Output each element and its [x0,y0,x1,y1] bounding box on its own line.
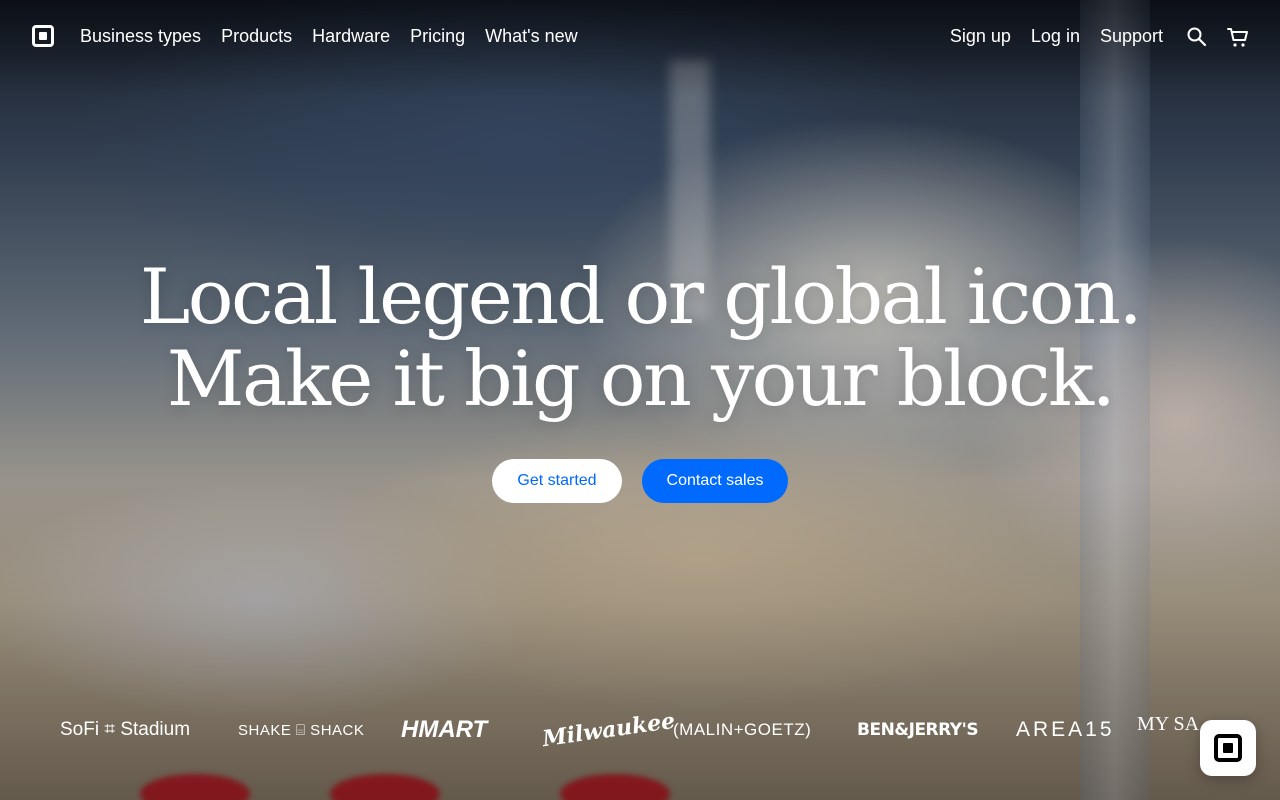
support-link[interactable]: Support [1100,26,1163,47]
square-chat-icon [1214,734,1242,762]
sign-up-link[interactable]: Sign up [950,26,1011,47]
log-in-link[interactable]: Log in [1031,26,1080,47]
brand-logo-milwaukee: Milwaukee [540,707,677,753]
search-icon[interactable] [1185,25,1209,49]
hero-headline: Local legend or global icon. Make it big… [0,256,1280,420]
square-chat-button[interactable] [1200,720,1256,776]
square-logo-icon[interactable] [32,25,54,47]
brand-logo-area15: AREA15 [1016,718,1115,741]
headline-line-2: Make it big on your block. [166,334,1116,423]
nav-pricing[interactable]: Pricing [410,26,465,47]
brand-logo-shake-shack: SHAKE ⌸ SHACK [238,721,365,739]
brand-logo-malin-goetz: (MALIN+GOETZ) [673,720,812,739]
nav-hardware[interactable]: Hardware [312,26,390,47]
nav-business-types[interactable]: Business types [80,26,201,47]
contact-sales-button[interactable]: Contact sales [642,459,788,503]
brand-logo-hmart: HMART [401,716,488,743]
primary-nav: Business types Products Hardware Pricing… [80,26,578,47]
brand-logo-sofi-stadium: SoFi ⌗ Stadium [60,719,191,740]
brand-logo-strip: SoFi ⌗ Stadium SHAKE ⌸ SHACK HMART Milwa… [0,706,1280,754]
get-started-button[interactable]: Get started [492,459,622,503]
top-nav: Business types Products Hardware Pricing… [0,0,1280,74]
headline-line-1: Local legend or global icon. [139,252,1143,341]
hero-cta-group: Get started Contact sales [492,459,788,503]
account-nav: Sign up Log in Support [950,26,1163,47]
nav-whats-new[interactable]: What's new [485,26,577,47]
nav-products[interactable]: Products [221,26,292,47]
cart-icon[interactable] [1226,25,1250,49]
brand-logo-ben-and-jerrys: BEN&JERRY'S [857,720,979,740]
